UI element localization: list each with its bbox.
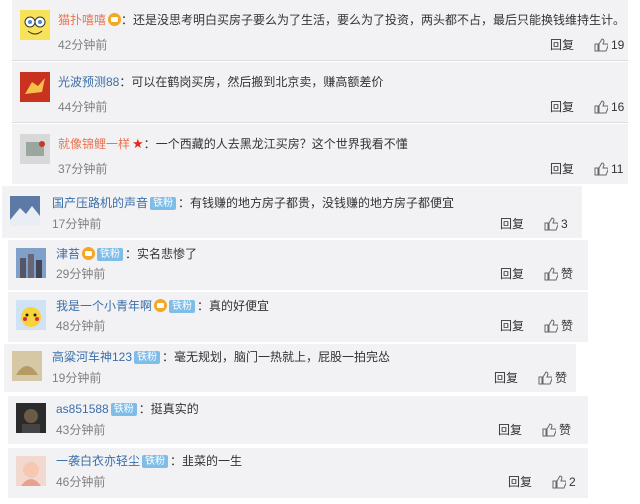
timestamp: 44分钟前 (58, 100, 108, 114)
fan-badge: 铁粉 (134, 351, 161, 364)
like-button[interactable]: 赞 (542, 422, 571, 438)
fan-badge: 铁粉 (142, 455, 169, 468)
avatar[interactable] (12, 351, 42, 381)
timestamp: 37分钟前 (58, 162, 108, 176)
thumbs-up-icon (538, 371, 553, 385)
reply-button[interactable]: 回复 (500, 216, 524, 232)
username[interactable]: 高粱河车神123 (52, 350, 132, 364)
fan-badge: 铁粉 (110, 403, 137, 416)
avatar[interactable] (20, 72, 50, 102)
crown-icon (82, 247, 96, 260)
like-button[interactable]: 11 (594, 161, 623, 177)
username[interactable]: 一袭白衣亦轻尘 (56, 454, 140, 468)
username[interactable]: 光波预测88 (58, 75, 119, 89)
like-button[interactable]: 赞 (544, 318, 573, 334)
thumbs-up-icon (544, 267, 559, 281)
timestamp: 19分钟前 (52, 371, 102, 385)
like-button[interactable]: 19 (594, 37, 624, 53)
comment-item: 国产压路机的声音 铁粉 ：有钱赚的地方房子都贵，没钱赚的地方房子都便宜 17分钟前 … (2, 186, 582, 238)
comment-item: 光波预测88：可以在鹤岗买房，然后搬到北京卖，赚高额差价 44分钟前 回复 16 (12, 62, 628, 122)
thumbs-up-icon (594, 162, 609, 176)
thumbs-up-icon (594, 38, 609, 52)
comment-text: 挺真实的 (150, 402, 199, 416)
comment-item: as851588 铁粉 ：挺真实的 43分钟前 回复 赞 (8, 396, 588, 444)
avatar[interactable] (20, 134, 50, 164)
timestamp: 43分钟前 (56, 423, 106, 437)
reply-button[interactable]: 回复 (494, 370, 518, 386)
comment-item: 猫扑嘻嘻 ：还是没思考明白买房子要么为了生活，要么为了投资，两头都不占，最后只能换… (12, 0, 628, 60)
timestamp: 46分钟前 (56, 475, 106, 489)
thumbs-up-icon (594, 100, 609, 114)
like-button[interactable]: 赞 (544, 266, 573, 282)
crown-icon (108, 13, 122, 26)
reply-button[interactable]: 回复 (500, 318, 524, 334)
reply-button[interactable]: 回复 (498, 422, 522, 438)
avatar[interactable] (10, 196, 40, 226)
timestamp: 17分钟前 (52, 217, 102, 231)
avatar[interactable] (16, 300, 46, 330)
reply-button[interactable]: 回复 (508, 474, 532, 490)
reply-button[interactable]: 回复 (500, 266, 524, 282)
like-button[interactable]: 3 (544, 216, 568, 232)
avatar[interactable] (16, 248, 46, 278)
comment-text: 韭菜的一生 (182, 454, 243, 468)
fan-badge: 铁粉 (150, 197, 177, 210)
comment-text: 有钱赚的地方房子都贵，没钱赚的地方房子都便宜 (190, 196, 455, 210)
comment-text: 可以在鹤岗买房，然后搬到北京卖，赚高额差价 (131, 75, 384, 89)
timestamp: 29分钟前 (56, 267, 106, 281)
comment-item: 我是一个小青年啊 铁粉 ：真的好便宜 48分钟前 回复 赞 (8, 292, 588, 342)
like-button[interactable]: 赞 (538, 370, 567, 386)
username[interactable]: 猫扑嘻嘻 (58, 13, 106, 27)
avatar[interactable] (16, 456, 46, 486)
comment-item: 一袭白衣亦轻尘 铁粉 ：韭菜的一生 46分钟前 回复 2 (8, 448, 588, 498)
like-button[interactable]: 16 (594, 99, 624, 115)
comment-item: 就像锦鲤一样 ★：一个西藏的人去黑龙江买房？这个世界我看不懂 37分钟前 回复 1… (12, 124, 628, 184)
avatar[interactable] (16, 403, 46, 433)
reply-button[interactable]: 回复 (550, 99, 574, 115)
timestamp: 48分钟前 (56, 319, 106, 333)
thumbs-up-icon (542, 423, 557, 437)
comment-text: 还是没思考明白买房子要么为了生活，要么为了投资，两头都不占，最后只能换钱维持生计… (133, 13, 626, 27)
like-button[interactable]: 2 (552, 474, 576, 490)
avatar[interactable] (20, 10, 50, 40)
star-icon: ★ (132, 136, 144, 151)
username[interactable]: 就像锦鲤一样 (58, 137, 130, 151)
thumbs-up-icon (552, 475, 567, 489)
comment-item: 津苔 铁粉 ：实名悲惨了 29分钟前 回复 赞 (8, 240, 588, 290)
fan-badge: 铁粉 (169, 300, 196, 313)
comment-text: 真的好便宜 (209, 299, 270, 313)
username[interactable]: 我是一个小青年啊 (56, 299, 152, 313)
username[interactable]: as851588 (56, 402, 109, 416)
username[interactable]: 国产压路机的声音 (52, 196, 148, 210)
thumbs-up-icon (544, 217, 559, 231)
reply-button[interactable]: 回复 (550, 37, 574, 53)
reply-button[interactable]: 回复 (550, 161, 574, 177)
fan-badge: 铁粉 (97, 248, 124, 261)
username[interactable]: 津苔 (56, 247, 80, 261)
timestamp: 42分钟前 (58, 38, 108, 52)
comment-text: 一个西藏的人去黑龙江买房？这个世界我看不懂 (155, 137, 408, 151)
comment-text: 毫无规划，脑门一热就上，屁股一拍完怂 (174, 350, 391, 364)
thumbs-up-icon (544, 319, 559, 333)
comment-item: 高粱河车神123 铁粉 ：毫无规划，脑门一热就上，屁股一拍完怂 19分钟前 回复 赞 (4, 344, 576, 392)
crown-icon (154, 299, 168, 312)
comment-text: 实名悲惨了 (137, 247, 198, 261)
